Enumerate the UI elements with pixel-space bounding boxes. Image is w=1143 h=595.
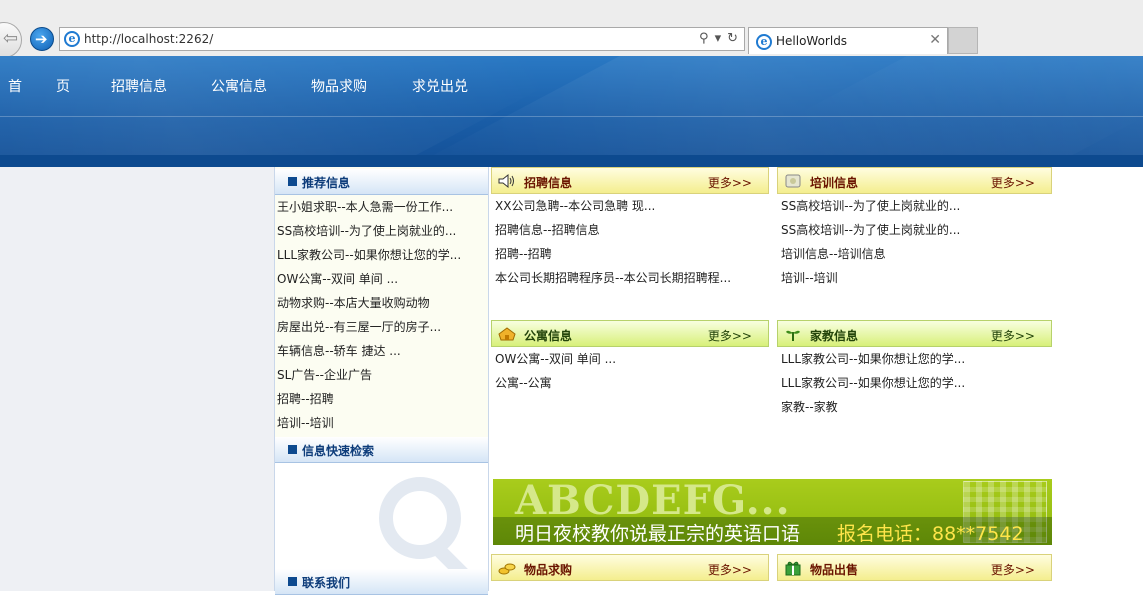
arrow-left-icon: ⇦: [3, 28, 19, 49]
panel-head: 招聘信息 更多>>: [491, 167, 769, 194]
search-icon[interactable]: ⚲: [699, 31, 709, 46]
close-icon[interactable]: ✕: [929, 32, 941, 48]
more-link[interactable]: 更多>>: [708, 561, 752, 578]
speaker-icon: [498, 173, 514, 189]
recommend-list: 王小姐求职--本人急需一份工作... SS高校培训--为了使上岗就业的... L…: [275, 195, 488, 435]
list-item[interactable]: 动物求购--本店大量收购动物: [275, 291, 488, 315]
ad-slogan: 明日夜校教你说最正宗的英语口语: [515, 523, 801, 545]
square-bullet-icon: [288, 577, 297, 586]
arrow-right-icon: ➔: [35, 30, 48, 48]
list-item[interactable]: 培训信息--培训信息: [777, 242, 1052, 266]
more-link[interactable]: 更多>>: [991, 327, 1035, 344]
coins-icon: [498, 563, 516, 575]
list-item[interactable]: 车辆信息--轿车 捷达 ...: [275, 339, 488, 363]
sidebar-title-recommend: 推荐信息: [302, 176, 351, 190]
list-item[interactable]: SS高校培训--为了使上岗就业的...: [275, 219, 488, 243]
recruit-list: XX公司急聘--本公司急聘 现... 招聘信息--招聘信息 招聘--招聘 本公司…: [491, 194, 769, 290]
site-banner: 首 页 招聘信息 公寓信息 物品求购 求兑出兑: [0, 56, 1143, 167]
list-item[interactable]: 房屋出兑--有三屋一厅的房子...: [275, 315, 488, 339]
list-item[interactable]: 招聘信息--招聘信息: [491, 218, 769, 242]
browser-tab[interactable]: e HelloWorlds ✕: [748, 27, 948, 54]
refresh-icon[interactable]: ↻: [727, 31, 738, 46]
browser-chrome: ⇦ ➔ e http://localhost:2262/ ⚲ ▾ ↻ e Hello…: [0, 0, 1143, 58]
ad-phone: 报名电话：88**7542: [837, 523, 1024, 545]
list-item[interactable]: XX公司急聘--本公司急聘 现...: [491, 194, 769, 218]
sidebar-head-search: 信息快速检索: [275, 437, 488, 463]
training-list: SS高校培训--为了使上岗就业的... SS高校培训--为了使上岗就业的... …: [777, 194, 1052, 290]
list-item[interactable]: OW公寓--双间 单间 ...: [491, 347, 769, 371]
nav-item-buy[interactable]: 物品求购: [311, 76, 367, 96]
list-item[interactable]: 培训--培训: [275, 411, 488, 435]
list-item[interactable]: OW公寓--双间 单间 ...: [275, 267, 488, 291]
panel-head: 物品出售 更多>>: [777, 554, 1052, 581]
address-url[interactable]: http://localhost:2262/: [84, 32, 213, 46]
list-item[interactable]: SS高校培训--为了使上岗就业的...: [777, 218, 1052, 242]
more-link[interactable]: 更多>>: [708, 174, 752, 191]
sidebar: 推荐信息 王小姐求职--本人急需一份工作... SS高校培训--为了使上岗就业的…: [274, 167, 489, 595]
square-bullet-icon: [288, 445, 297, 454]
list-item[interactable]: 培训--培训: [777, 266, 1052, 290]
panel-head: 家教信息 更多>>: [777, 320, 1052, 347]
list-item[interactable]: 本公司长期招聘程序员--本公司长期招聘程...: [491, 266, 769, 290]
panel-title: 公寓信息: [524, 329, 573, 343]
panel-title: 招聘信息: [524, 176, 573, 190]
banner-decor: [0, 116, 1143, 117]
gift-icon: [785, 561, 801, 576]
sidebar-head-recommend: 推荐信息: [275, 169, 488, 195]
panel-title: 培训信息: [810, 176, 859, 190]
list-item[interactable]: LLL家教公司--如果你想让您的学...: [275, 243, 488, 267]
sidebar-title-contact: 联系我们: [302, 576, 351, 590]
panel-head: 培训信息 更多>>: [777, 167, 1052, 194]
list-item[interactable]: SL广告--企业广告: [275, 363, 488, 387]
panel-title: 物品求购: [524, 563, 573, 577]
list-item[interactable]: SS高校培训--为了使上岗就业的...: [777, 194, 1052, 218]
banner-bottom-bar: [0, 155, 1143, 167]
new-tab-button[interactable]: [948, 27, 978, 54]
list-item[interactable]: 招聘--招聘: [275, 387, 488, 411]
nav-item-recruit[interactable]: 招聘信息: [111, 76, 167, 96]
apartment-list: OW公寓--双间 单间 ... 公寓--公寓: [491, 347, 769, 395]
list-item[interactable]: LLL家教公司--如果你想让您的学...: [777, 347, 1052, 371]
tab-title: HelloWorlds: [776, 34, 848, 48]
book-icon: [785, 174, 801, 188]
list-item[interactable]: 公寓--公寓: [491, 371, 769, 395]
panel-title: 物品出售: [810, 563, 859, 577]
square-bullet-icon: [288, 177, 297, 186]
magnifier-decor-icon: [379, 477, 461, 559]
ie-logo-icon: e: [756, 34, 772, 50]
panel-head: 物品求购 更多>>: [491, 554, 769, 581]
tutor-list: LLL家教公司--如果你想让您的学... LLL家教公司--如果你想让您的学..…: [777, 347, 1052, 419]
ie-logo-icon: e: [64, 31, 80, 47]
panel-title: 家教信息: [810, 329, 859, 343]
list-item[interactable]: 家教--家教: [777, 395, 1052, 419]
more-link[interactable]: 更多>>: [991, 561, 1035, 578]
nav-item-home-2[interactable]: 页: [56, 76, 70, 96]
sidebar-head-contact: 联系我们: [275, 569, 488, 595]
nav-item-home-1[interactable]: 首: [8, 76, 22, 96]
list-item[interactable]: 招聘--招聘: [491, 242, 769, 266]
list-item[interactable]: LLL家教公司--如果你想让您的学...: [777, 371, 1052, 395]
ad-banner[interactable]: ABCDEFG... 明日夜校教你说最正宗的英语口语 报名电话：88**7542: [493, 479, 1052, 545]
panel-head: 公寓信息 更多>>: [491, 320, 769, 347]
page-left-margin: [0, 167, 274, 591]
address-bar[interactable]: e http://localhost:2262/ ⚲ ▾ ↻: [59, 27, 745, 51]
back-button[interactable]: ⇦: [0, 22, 22, 58]
more-link[interactable]: 更多>>: [991, 174, 1035, 191]
quick-search-area[interactable]: [275, 463, 488, 584]
chevron-down-icon[interactable]: ▾: [715, 31, 722, 46]
sidebar-title-search: 信息快速检索: [302, 444, 375, 458]
more-link[interactable]: 更多>>: [708, 327, 752, 344]
list-item[interactable]: 王小姐求职--本人急需一份工作...: [275, 195, 488, 219]
forward-button[interactable]: ➔: [30, 27, 54, 51]
nav-item-apartment[interactable]: 公寓信息: [211, 76, 267, 96]
house-icon: [498, 327, 516, 341]
plant-icon: [786, 330, 800, 341]
nav-item-exchange[interactable]: 求兑出兑: [412, 76, 468, 96]
address-tools: ⚲ ▾ ↻: [693, 31, 738, 46]
